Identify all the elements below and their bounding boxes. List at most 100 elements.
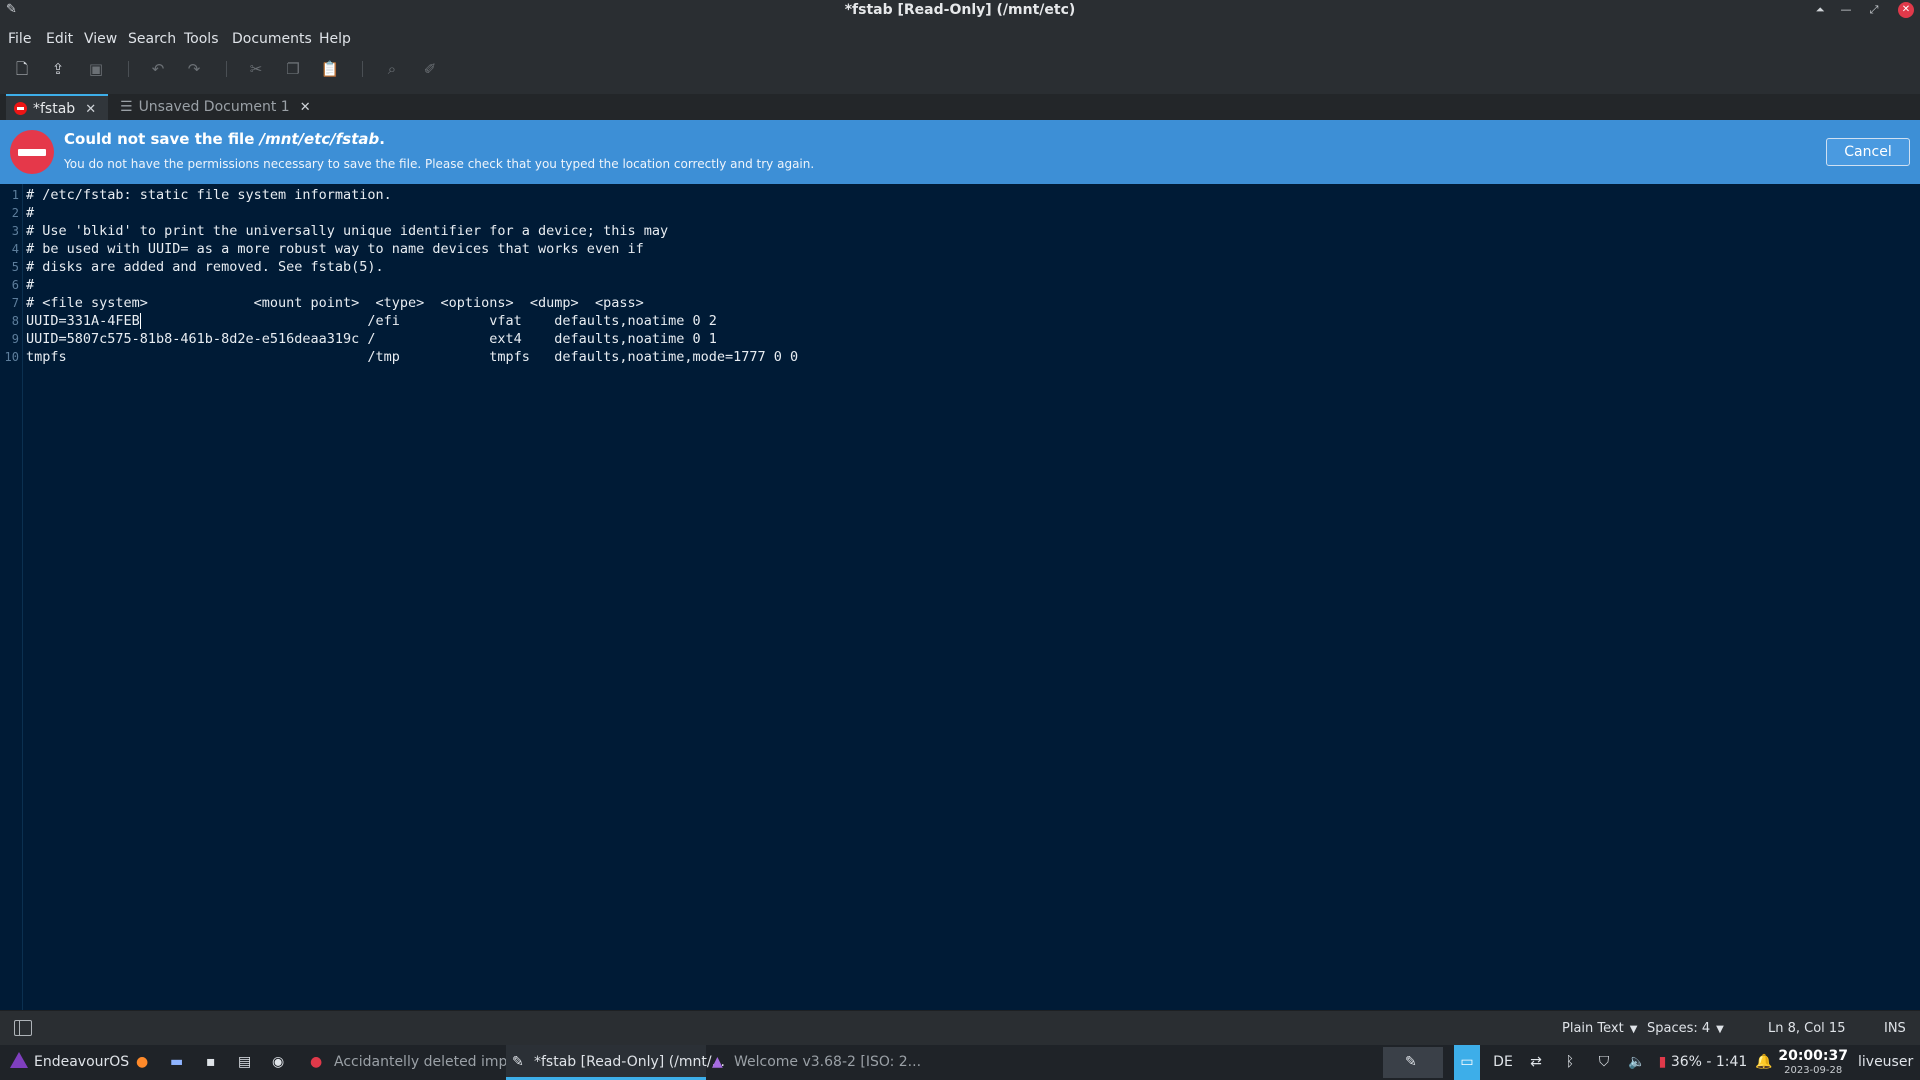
close-tab-icon[interactable]: ✕ xyxy=(300,100,311,115)
sidebar-toggle-icon[interactable] xyxy=(14,1020,32,1036)
tab-fstab[interactable]: *fstab ✕ xyxy=(6,94,109,120)
terminal-icon[interactable]: ▪ xyxy=(206,1045,216,1080)
syntax-mode-selector[interactable]: Plain Text ▼ xyxy=(1562,1011,1637,1047)
battery-icon: ▮ xyxy=(1658,1054,1667,1070)
cursor-position: Ln 8, Col 15 xyxy=(1768,1021,1846,1036)
save-icon[interactable]: ▣ xyxy=(84,57,108,81)
keyboard-layout[interactable]: DE xyxy=(1491,1045,1515,1080)
menu-help[interactable]: Help xyxy=(319,28,351,50)
editor-lines: 1 # /etc/fstab: static file system inform… xyxy=(5,186,799,366)
tools-icon[interactable]: ✐ xyxy=(418,57,442,81)
endeavouros-logo-icon xyxy=(10,1052,28,1068)
insert-mode[interactable]: INS xyxy=(1884,1011,1906,1046)
task-welcome[interactable]: ▲ Welcome v3.68-2 [ISO: 2... xyxy=(708,1045,921,1080)
code-line: 2 # xyxy=(12,204,798,222)
tab-label: *fstab xyxy=(33,101,76,117)
menu-bar: File Edit View Search Tools Documents He… xyxy=(0,28,1920,50)
status-bar: Plain Text ▼ Spaces: 4 ▼ Ln 8, Col 15 INS xyxy=(0,1010,1920,1046)
menu-view[interactable]: View xyxy=(84,28,117,50)
volume-icon[interactable]: 🔈 xyxy=(1625,1045,1649,1080)
line-text: # xyxy=(26,277,35,293)
line-number: 10 xyxy=(4,350,19,364)
code-line: 9 UUID=5807c575-81b8-461b-8d2e-e516deaa31… xyxy=(12,330,798,348)
cut-icon[interactable]: ✂ xyxy=(244,57,268,81)
file-manager-icon[interactable]: ▬ xyxy=(170,1045,183,1080)
maximize-icon[interactable]: ⤢ xyxy=(1866,2,1882,18)
clock[interactable]: 20:00:37 2023-09-28 xyxy=(1778,1048,1848,1077)
error-title: Could not save the file /mnt/etc/fstab. xyxy=(64,130,385,148)
search-icon[interactable]: ⌕ xyxy=(380,57,404,81)
code-line: 7 # <file system> <mount point> <type> <o… xyxy=(12,294,798,312)
menu-tools[interactable]: Tools xyxy=(184,28,219,50)
new-document-icon[interactable]: 🗋 xyxy=(10,57,34,81)
text-editor[interactable]: 1 # /etc/fstab: static file system inform… xyxy=(0,184,1920,1010)
line-text: # be used with UUID= as a more robust wa… xyxy=(26,241,644,257)
menu-documents[interactable]: Documents xyxy=(232,28,312,50)
code-line: 1 # /etc/fstab: static file system inform… xyxy=(12,186,798,204)
task-label: *fstab [Read-Only] (/mnt/... xyxy=(534,1054,725,1070)
desktop-pager[interactable]: ✎ xyxy=(1383,1047,1443,1078)
keep-above-icon[interactable]: ⏶ xyxy=(1812,2,1828,18)
menu-edit[interactable]: Edit xyxy=(46,28,73,50)
line-number: 5 xyxy=(11,260,19,274)
network-icon[interactable]: ⇄ xyxy=(1524,1045,1548,1080)
redo-icon[interactable]: ↷ xyxy=(182,57,206,81)
clock-date: 2023-09-28 xyxy=(1784,1065,1843,1076)
tab-unsaved-document[interactable]: ☰ Unsaved Document 1 ✕ xyxy=(110,94,321,120)
close-window-icon[interactable]: ✕ xyxy=(1898,2,1914,18)
save-error-infobar: Could not save the file /mnt/etc/fstab. … xyxy=(0,120,1920,184)
close-tab-icon[interactable]: ✕ xyxy=(85,102,96,117)
error-title-path: /mnt/etc/fstab xyxy=(259,130,380,148)
minimize-icon[interactable]: — xyxy=(1838,2,1854,18)
settings-manager-icon[interactable]: ▤ xyxy=(238,1045,251,1080)
code-line: 4 # be used with UUID= as a more robust w… xyxy=(12,240,798,258)
line-text: tmpfs /tmp tmpfs defaults,noatime,mode=1… xyxy=(26,349,799,365)
menu-file[interactable]: File xyxy=(8,28,31,50)
screenshot-tool-icon[interactable]: ▭ xyxy=(1454,1045,1480,1080)
copy-icon[interactable]: ❐ xyxy=(281,57,305,81)
toolbar-separator xyxy=(128,61,129,77)
application-menu-label: EndeavourOS xyxy=(34,1054,130,1070)
line-text: # disks are added and removed. See fstab… xyxy=(26,259,384,275)
line-number: 8 xyxy=(11,314,19,328)
chevron-down-icon: ▼ xyxy=(1629,1024,1638,1035)
line-text: # Use 'blkid' to print the universally u… xyxy=(26,223,669,239)
indent-selector[interactable]: Spaces: 4 ▼ xyxy=(1647,1011,1724,1047)
battery-indicator[interactable]: ▮ 36% - 1:41 xyxy=(1658,1045,1748,1080)
text-editor-icon: ✎ xyxy=(1405,1054,1417,1070)
chevron-down-icon: ▼ xyxy=(1716,1024,1724,1035)
line-text: # /etc/fstab: static file system informa… xyxy=(26,187,392,203)
toolbar: 🗋 ⇪ ▣ ↶ ↷ ✂ ❐ 📋 ⌕ ✐ xyxy=(0,54,1920,84)
window-title: *fstab [Read-Only] (/mnt/etc) xyxy=(844,2,1076,18)
code-line: 6 # xyxy=(12,276,798,294)
firefox-icon[interactable]: ● xyxy=(136,1045,148,1080)
task-fstab-editor[interactable]: ✎ *fstab [Read-Only] (/mnt/... xyxy=(506,1045,725,1080)
bluetooth-icon[interactable]: ᛒ xyxy=(1558,1045,1582,1080)
taskbar: EndeavourOS ● ▬ ▪ ▤ ◉ ● Accidantelly del… xyxy=(0,1045,1920,1080)
indent-label: Spaces: 4 xyxy=(1647,1021,1711,1036)
code-line: 5 # disks are added and removed. See fsta… xyxy=(12,258,798,276)
browser-icon[interactable]: ◉ xyxy=(272,1045,284,1080)
error-message: You do not have the permissions necessar… xyxy=(64,157,815,171)
user-name[interactable]: liveuser xyxy=(1858,1045,1913,1080)
line-text: # <file system> <mount point> <type> <op… xyxy=(26,295,644,311)
toolbar-separator xyxy=(362,61,363,77)
cancel-button[interactable]: Cancel xyxy=(1826,138,1910,166)
menu-search[interactable]: Search xyxy=(128,28,176,50)
paste-icon[interactable]: 📋 xyxy=(318,57,342,81)
line-number: 7 xyxy=(11,296,19,310)
document-lines-icon: ☰ xyxy=(120,99,133,115)
application-menu[interactable]: EndeavourOS xyxy=(10,1045,129,1080)
firefox-task-icon: ● xyxy=(310,1054,323,1070)
notifications-icon[interactable]: 🔔 xyxy=(1752,1045,1776,1080)
error-stop-icon xyxy=(10,130,54,174)
error-title-suffix: . xyxy=(379,130,385,148)
task-accidentally-deleted[interactable]: ● Accidantelly deleted imp... xyxy=(306,1045,521,1080)
clock-time: 20:00:37 xyxy=(1778,1048,1848,1064)
shield-icon[interactable]: ⛉ xyxy=(1592,1045,1616,1080)
code-line: 3 # Use 'blkid' to print the universally … xyxy=(12,222,798,240)
syntax-mode-label: Plain Text xyxy=(1562,1021,1624,1036)
undo-icon[interactable]: ↶ xyxy=(146,57,170,81)
open-file-icon[interactable]: ⇪ xyxy=(46,57,70,81)
document-tabs: *fstab ✕ ☰ Unsaved Document 1 ✕ xyxy=(0,94,1920,120)
